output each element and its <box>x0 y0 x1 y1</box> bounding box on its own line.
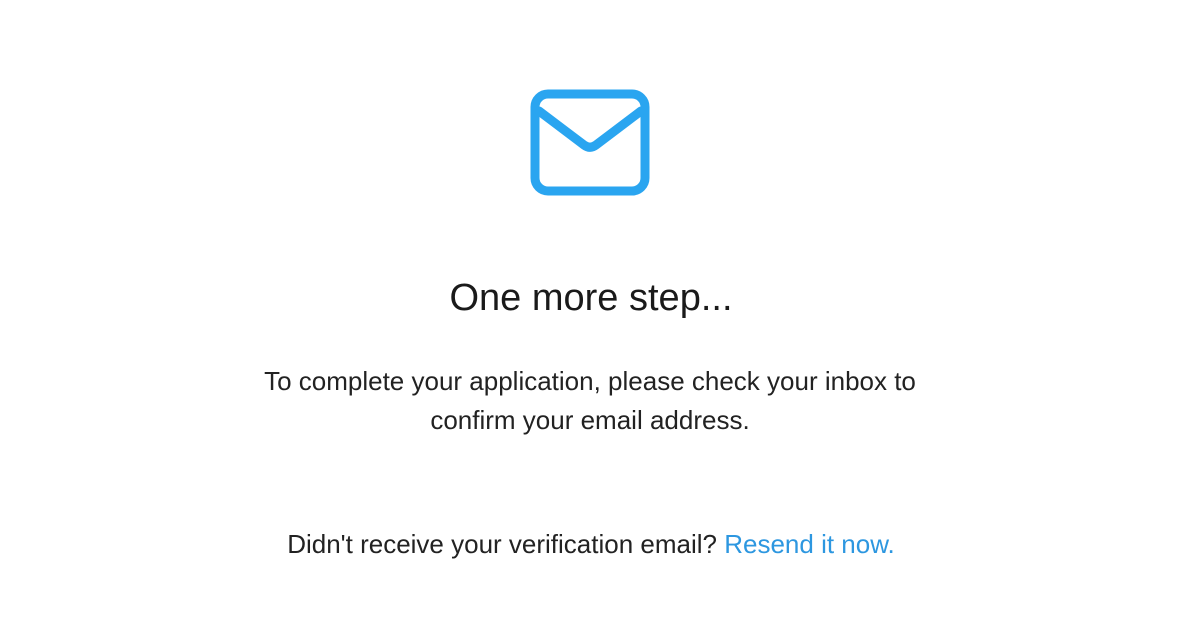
resend-link[interactable]: Resend it now. <box>724 529 895 559</box>
page-title: One more step... <box>449 277 733 319</box>
verification-page: One more step... To complete your applic… <box>0 0 1182 644</box>
instruction-line-2: confirm your email address. <box>430 405 750 435</box>
envelope-icon <box>530 89 650 196</box>
instruction-line-1: To complete your application, please che… <box>264 366 916 396</box>
instruction-text: To complete your application, please che… <box>200 362 980 440</box>
resend-prompt: Didn't receive your verification email? <box>287 529 717 559</box>
resend-row: Didn't receive your verification email? … <box>0 526 1182 562</box>
